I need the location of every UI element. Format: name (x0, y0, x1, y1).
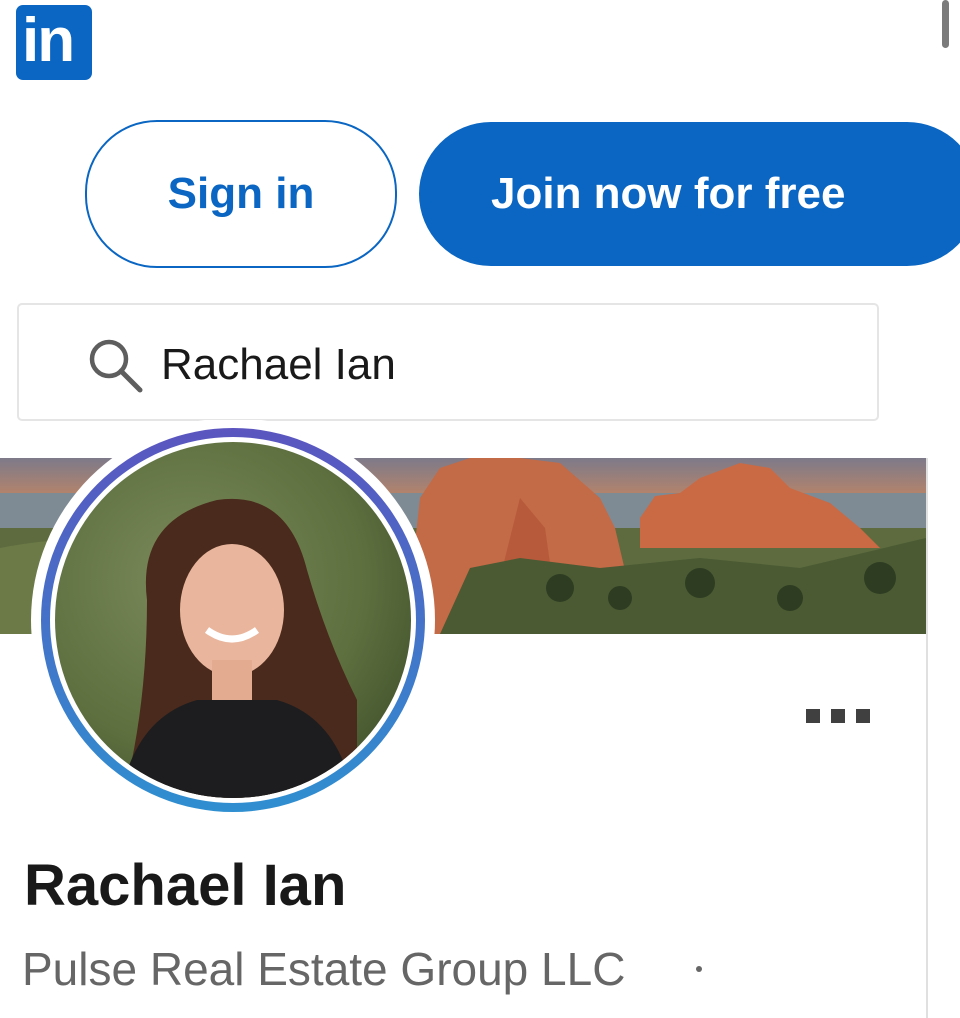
profile-avatar[interactable] (27, 420, 439, 820)
logo-text: in (22, 6, 75, 75)
sign-in-button[interactable]: Sign in (85, 120, 397, 268)
profile-name: Rachael Ian (24, 853, 347, 918)
profile-company[interactable]: Pulse Real Estate Group LLC (22, 942, 625, 996)
separator-dot (696, 966, 702, 972)
search-bar[interactable] (17, 303, 879, 421)
card-border (926, 458, 928, 1018)
search-input[interactable] (159, 329, 823, 401)
linkedin-logo[interactable]: in (16, 5, 92, 80)
join-now-button[interactable]: Join now for free (419, 122, 960, 266)
scrollbar-thumb[interactable] (942, 0, 949, 48)
more-options-icon[interactable] (806, 705, 870, 727)
search-icon (89, 339, 143, 393)
